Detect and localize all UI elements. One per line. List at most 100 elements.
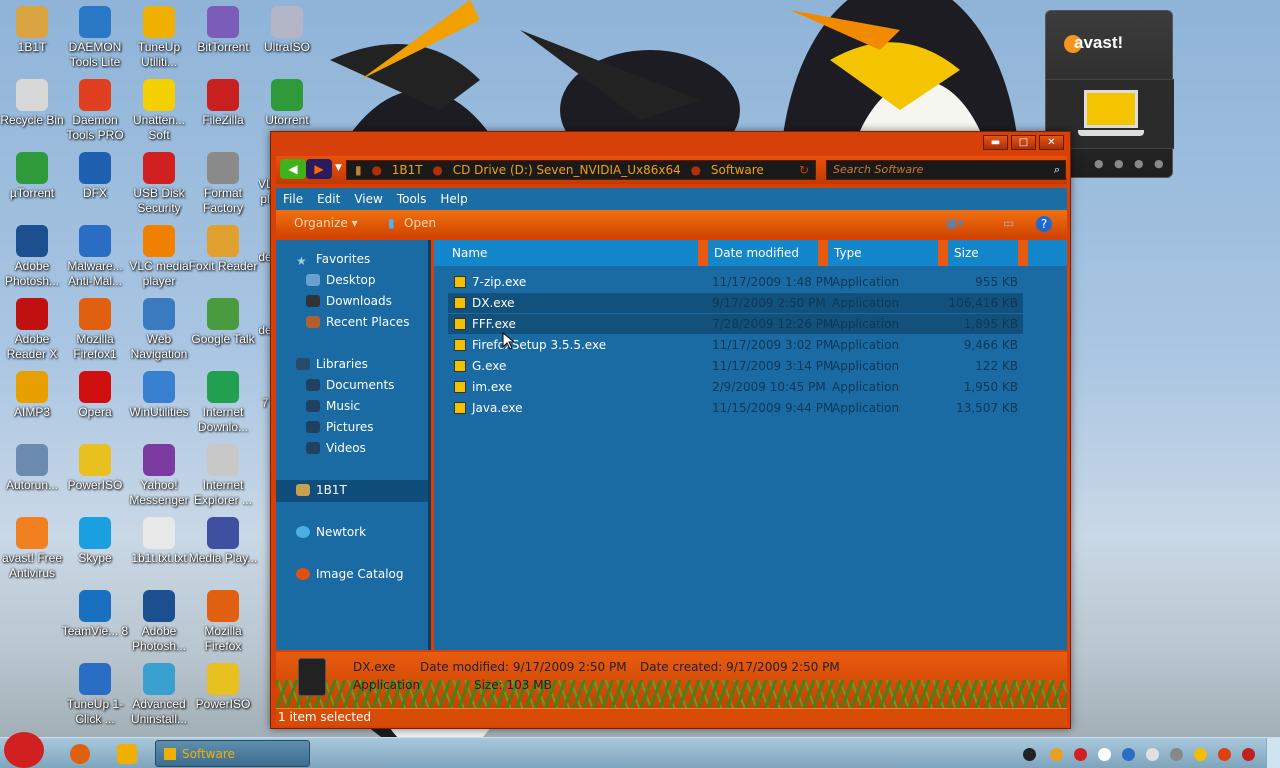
menu-view[interactable]: View (347, 188, 389, 210)
tuneup-taskbar-icon[interactable] (117, 744, 137, 764)
nav-favorites[interactable]: ★ Favorites (296, 252, 370, 268)
menu-file[interactable]: File (276, 188, 310, 210)
desktop-icon[interactable]: Autorun... (0, 444, 68, 493)
desktop-icon[interactable]: Yahoo! Messenger (123, 444, 195, 508)
refresh-icon[interactable]: ↻ (799, 161, 809, 179)
breadcrumb-drive[interactable]: CD Drive (D:) Seven_NVIDIA_Ux86x64 (453, 163, 681, 177)
organize-button[interactable]: Organize ▾ (294, 216, 358, 230)
desktop-icon[interactable]: PowerISO (187, 663, 259, 712)
desktop-icon[interactable]: UltraISO (251, 6, 323, 55)
minimize-button[interactable]: ▬ (983, 135, 1008, 150)
desktop-icon[interactable]: Skype (59, 517, 131, 566)
file-row[interactable]: DX.exe 9/17/2009 2:50 PM Application 106,41… (448, 293, 1023, 313)
desktop-icon[interactable]: Advanced Uninstall... (123, 663, 195, 727)
search-input[interactable]: Search Software ⌕ (826, 160, 1066, 180)
tray-close-icon[interactable] (1242, 748, 1255, 761)
column-date-modified[interactable]: Date modified (708, 240, 828, 266)
desktop-icon[interactable]: Mozilla Firefox (187, 590, 259, 654)
rss-icon[interactable]: ● (1154, 157, 1164, 170)
desktop-icon[interactable]: Google Talk (187, 298, 259, 347)
desktop-icon[interactable]: TeamVie... 8 (59, 590, 131, 639)
file-row[interactable]: FFF.exe 7/28/2009 12:26 PM Application 1,89… (448, 314, 1023, 334)
desktop-icon[interactable]: TuneUp Utiliti... (123, 6, 195, 70)
nav-recent-places[interactable]: Recent Places (306, 315, 409, 329)
tray-flag-icon[interactable] (1218, 748, 1231, 761)
nav-image-catalog[interactable]: Image Catalog (296, 567, 403, 581)
nav-videos[interactable]: Videos (306, 441, 366, 455)
desktop-icon[interactable]: Recycle Bin (0, 79, 68, 128)
desktop-icon[interactable]: Adobe Photosh... (123, 590, 195, 654)
file-row[interactable]: 7-zip.exe 11/17/2009 1:48 PM Application 95… (448, 272, 1023, 292)
breadcrumb-computer[interactable]: 1B1T (392, 163, 423, 177)
desktop-icon[interactable]: avast! Free Antivirus (0, 517, 68, 581)
open-button[interactable]: Open (404, 216, 436, 230)
desktop-icon[interactable]: 1b1t.txt.txt (123, 517, 195, 566)
search-icon[interactable]: ⌕ (1054, 161, 1060, 179)
help-icon[interactable]: ? (1036, 216, 1052, 232)
desktop-icon[interactable]: Opera (59, 371, 131, 420)
social-icon[interactable]: ● (1094, 157, 1104, 170)
nav-computer[interactable]: 1B1T (296, 483, 347, 497)
desktop-icon[interactable]: Foxit Reader (187, 225, 259, 274)
recent-pages-chevron-icon[interactable]: ▼ (335, 163, 342, 173)
desktop-icon[interactable]: Web Navigation (123, 298, 195, 362)
tray-chat-icon[interactable] (1098, 748, 1111, 761)
close-button[interactable]: ✕ (1039, 135, 1064, 150)
desktop-icon[interactable]: Mozilla Firefox1 (59, 298, 131, 362)
desktop-icon[interactable]: 1B1T (0, 6, 68, 55)
desktop-icon[interactable]: Adobe Photosh... (0, 225, 68, 289)
desktop-icon[interactable]: Daemon Tools PRO (59, 79, 131, 143)
show-desktop-button[interactable] (1266, 738, 1280, 768)
breadcrumb-folder[interactable]: Software (711, 163, 764, 177)
desktop-icon[interactable]: VLC media player (123, 225, 195, 289)
nav-documents[interactable]: Documents (306, 378, 394, 392)
file-row[interactable]: Java.exe 11/15/2009 9:44 PM Application 13,… (448, 398, 1023, 418)
tray-icon[interactable] (1146, 748, 1159, 761)
column-name[interactable]: Name (446, 240, 708, 266)
nav-downloads[interactable]: Downloads (306, 294, 392, 308)
file-row[interactable]: im.exe 2/9/2009 10:45 PM Application 1,950 … (448, 377, 1023, 397)
view-options-icon[interactable]: ▣▾ (946, 216, 963, 230)
desktop-icon[interactable]: DAEMON Tools Lite (59, 6, 131, 70)
tray-warning-icon[interactable] (1194, 748, 1207, 761)
file-row[interactable]: G.exe 11/17/2009 3:14 PM Application 122 KB (448, 356, 1023, 376)
desktop-icon[interactable]: Internet Downlo... (187, 371, 259, 435)
desktop-icon[interactable]: Unatten... Soft (123, 79, 195, 143)
preview-pane-icon[interactable]: ▭ (1003, 216, 1014, 230)
tray-malwarebytes-icon[interactable] (1122, 748, 1135, 761)
forward-button[interactable]: ▶ (306, 159, 332, 179)
desktop-icon[interactable]: TuneUp 1-Click ... (59, 663, 131, 727)
desktop-icon[interactable]: Malware... Anti-Mal... (59, 225, 131, 289)
taskbar-explorer-button[interactable]: Software (155, 740, 310, 767)
desktop-icon[interactable]: DFX (59, 152, 131, 201)
desktop-icon[interactable]: USB Disk Security (123, 152, 195, 216)
tray-shield-icon[interactable] (1074, 748, 1087, 761)
back-button[interactable]: ◀ (280, 159, 306, 179)
file-row[interactable]: FirefoxSetup 3.5.5.exe 11/17/2009 3:02 PM… (448, 335, 1023, 355)
facebook-icon[interactable]: ● (1134, 157, 1144, 170)
desktop-icon[interactable]: Utorrent (251, 79, 323, 128)
desktop-icon[interactable]: AIMP3 (0, 371, 68, 420)
nav-libraries[interactable]: Libraries (296, 357, 368, 371)
menu-help[interactable]: Help (433, 188, 474, 210)
desktop-icon[interactable]: Internet Explorer ... (187, 444, 259, 508)
desktop-icon[interactable]: Format Factory (187, 152, 259, 216)
tray-record-icon[interactable] (1023, 748, 1036, 761)
maximize-button[interactable]: □ (1011, 135, 1036, 150)
desktop-icon[interactable]: Media Play... (187, 517, 259, 566)
desktop-icon[interactable]: FileZilla (187, 79, 259, 128)
desktop-icon[interactable]: µTorrent (0, 152, 68, 201)
twitter-icon[interactable]: ● (1114, 157, 1124, 170)
tray-network-icon[interactable] (1170, 748, 1183, 761)
firefox-taskbar-icon[interactable] (70, 744, 90, 764)
desktop-icon[interactable]: PowerISO (59, 444, 131, 493)
start-button-angry-bird-icon[interactable] (4, 732, 44, 768)
nav-network[interactable]: Newtork (296, 525, 366, 539)
menu-edit[interactable]: Edit (310, 188, 347, 210)
breadcrumb[interactable]: ▮ ● 1B1T ● CD Drive (D:) Seven_NVIDIA_Ux… (346, 160, 816, 180)
nav-music[interactable]: Music (306, 399, 360, 413)
column-size[interactable]: Size (948, 240, 1028, 266)
nav-pictures[interactable]: Pictures (306, 420, 374, 434)
menu-tools[interactable]: Tools (390, 188, 434, 210)
desktop-icon[interactable]: Adobe Reader X (0, 298, 68, 362)
